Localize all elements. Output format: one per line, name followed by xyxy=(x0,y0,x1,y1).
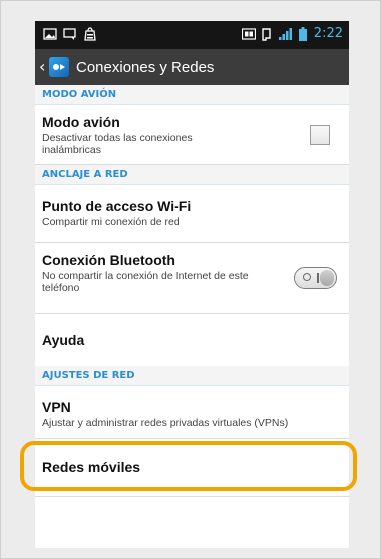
section-header-ajustes-red: AJUSTES DE RED xyxy=(35,366,349,386)
toggle-off-icon xyxy=(303,273,311,281)
setting-conexion-bluetooth[interactable]: Conexión Bluetooth No compartir la conex… xyxy=(35,243,349,314)
modo-avion-subtitle: Desactivar todas las conexiones inalámbr… xyxy=(42,132,193,156)
toggle-thumb xyxy=(320,270,334,286)
setting-punto-acceso-wifi[interactable]: Punto de acceso Wi-Fi Compartir mi conex… xyxy=(35,186,349,243)
punto-acceso-title: Punto de acceso Wi-Fi xyxy=(42,198,192,214)
redes-moviles-title: Redes móviles xyxy=(42,459,141,475)
connections-glyph-icon xyxy=(53,64,65,70)
modo-avion-title: Modo avión xyxy=(42,114,120,130)
clock-time: 2:22 xyxy=(313,26,343,41)
chevron-left-icon[interactable]: ‹ xyxy=(39,49,47,85)
settings-connections-icon[interactable] xyxy=(49,57,69,77)
action-bar: ‹ Conexiones y Redes xyxy=(35,49,349,85)
screen-mirror-icon xyxy=(241,27,256,40)
vpn-title: VPN xyxy=(42,399,71,415)
system-icons: 2:22 xyxy=(241,26,343,41)
page-title: Conexiones y Redes xyxy=(76,58,215,76)
setting-ayuda[interactable]: Ayuda xyxy=(35,314,349,369)
modo-avion-checkbox[interactable] xyxy=(310,125,330,145)
shop-icon xyxy=(84,27,96,41)
signal-icon xyxy=(278,27,292,40)
ayuda-title: Ayuda xyxy=(42,332,85,348)
bluetooth-subtitle: No compartir la conexión de Internet de … xyxy=(42,270,249,294)
notification-icons xyxy=(43,27,97,41)
setting-modo-avion[interactable]: Modo avión Desactivar todas las conexion… xyxy=(35,106,349,165)
toggle-on-icon xyxy=(317,273,319,283)
bluetooth-title: Conexión Bluetooth xyxy=(42,252,175,268)
battery-icon xyxy=(298,26,307,41)
phone-screen: 2:22 ‹ Conexiones y Redes MODO AVIÓN Mod… xyxy=(35,21,349,548)
vpn-subtitle: Ajustar y administrar redes privadas vir… xyxy=(42,417,289,429)
section-header-modo-avion: MODO AVIÓN xyxy=(35,85,349,105)
screenshot-frame: 2:22 ‹ Conexiones y Redes MODO AVIÓN Mod… xyxy=(0,0,381,559)
setting-redes-moviles[interactable]: Redes móviles xyxy=(35,439,349,497)
chat-icon xyxy=(63,28,76,40)
punto-acceso-subtitle: Compartir mi conexión de red xyxy=(42,216,180,228)
bluetooth-toggle-switch[interactable] xyxy=(294,267,337,289)
setting-vpn[interactable]: VPN Ajustar y administrar redes privadas… xyxy=(35,387,349,439)
nfc-icon xyxy=(262,27,271,41)
status-bar: 2:22 xyxy=(35,21,349,49)
section-header-anclaje: ANCLAJE A RED xyxy=(35,165,349,185)
image-icon xyxy=(43,28,57,40)
